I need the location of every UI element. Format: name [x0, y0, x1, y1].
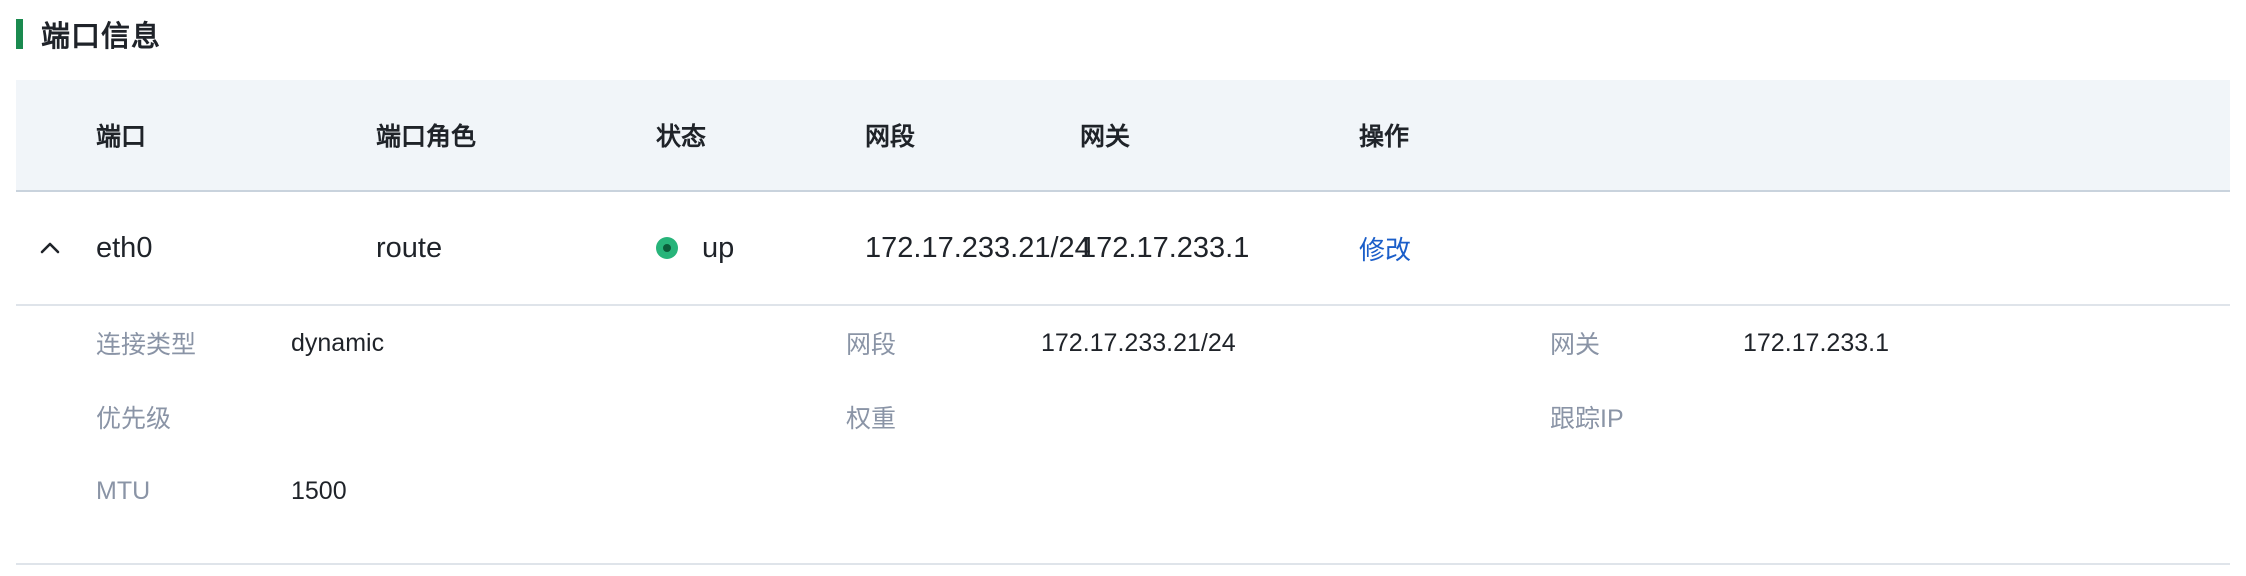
section-title: 端口信息: [41, 21, 162, 53]
column-header-segment: 网段: [865, 123, 916, 151]
port-name: eth0: [96, 231, 153, 264]
port-gateway: 172.17.233.1: [1080, 231, 1250, 264]
section-accent-bar: [16, 19, 23, 49]
status-dot-icon: [656, 237, 678, 259]
column-header-role: 端口角色: [376, 123, 477, 151]
column-header-gateway: 网关: [1080, 123, 1131, 151]
detail-value-segment: 172.17.233.21/24: [1041, 328, 1236, 357]
detail-label-priority: 优先级: [96, 405, 172, 433]
detail-label-segment: 网段: [846, 331, 897, 359]
chevron-up-icon[interactable]: [30, 192, 70, 304]
column-header-port: 端口: [96, 123, 147, 151]
section-header: 端口信息: [16, 14, 161, 54]
detail-label-gateway: 网关: [1550, 331, 1601, 359]
detail-value-conn-type: dynamic: [291, 328, 385, 357]
port-info-page: 端口信息 端口 端口角色 状态 网段 网关 操作 eth0 route up 1…: [0, 0, 2246, 576]
detail-label-conn-type: 连接类型: [96, 331, 197, 359]
detail-label-weight: 权重: [846, 405, 897, 433]
action-cell: 修改: [1359, 192, 1411, 304]
status-text: up: [702, 231, 735, 264]
port-segment: 172.17.233.21/24: [865, 231, 1091, 264]
edit-link[interactable]: 修改: [1359, 230, 1411, 267]
detail-value-mtu: 1500: [291, 476, 347, 505]
table-row: eth0 route up 172.17.233.21/24 172.17.23…: [16, 192, 2230, 306]
column-header-action: 操作: [1359, 123, 1410, 151]
port-role: route: [376, 231, 443, 264]
detail-value-gateway: 172.17.233.1: [1743, 328, 1889, 357]
port-table: 端口 端口角色 状态 网段 网关 操作 eth0 route up 172.17…: [16, 80, 2230, 565]
detail-label-track-ip: 跟踪IP: [1550, 405, 1624, 433]
port-status: up: [656, 192, 734, 304]
detail-label-mtu: MTU: [96, 476, 151, 505]
table-header: 端口 端口角色 状态 网段 网关 操作: [16, 80, 2230, 192]
port-detail-panel: 连接类型 dynamic 网段 172.17.233.21/24 网关 172.…: [16, 306, 2230, 565]
column-header-status: 状态: [656, 123, 707, 151]
